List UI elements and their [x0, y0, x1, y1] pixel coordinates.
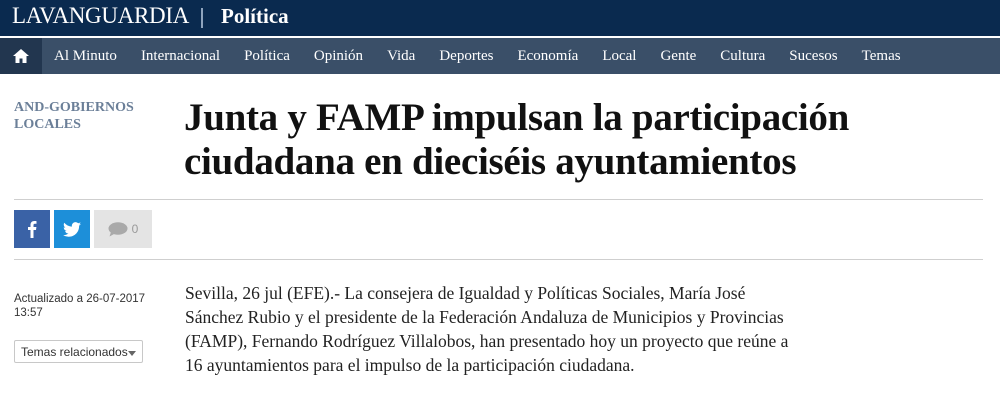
comments-button[interactable]: 0 [94, 210, 152, 248]
nav-item-opinión[interactable]: Opinión [314, 48, 363, 65]
comments-count: 0 [131, 222, 139, 236]
home-button[interactable] [0, 38, 42, 74]
related-topics-select[interactable]: Temas relacionados [14, 340, 143, 363]
facebook-share-button[interactable] [14, 210, 50, 248]
nav-item-deportes[interactable]: Deportes [439, 48, 493, 65]
main-nav: Al Minuto Internacional Política Opinión Vid… [0, 38, 1000, 74]
site-logo[interactable]: LAVANGUARDIA [12, 4, 189, 28]
nav-item-internacional[interactable]: Internacional [141, 48, 220, 65]
facebook-icon [28, 221, 37, 238]
twitter-share-button[interactable] [54, 210, 90, 248]
logo-divider [201, 8, 203, 28]
divider-top [14, 199, 983, 200]
article-tag[interactable]: AND-GOBIERNOS LOCALES [14, 99, 164, 133]
nav-item-temas[interactable]: Temas [862, 48, 901, 65]
nav-item-cultura[interactable]: Cultura [720, 48, 765, 65]
nav-item-local[interactable]: Local [602, 48, 636, 65]
nav-item-al-minuto[interactable]: Al Minuto [54, 48, 117, 65]
twitter-icon [63, 221, 81, 237]
section-title[interactable]: Política [221, 4, 289, 28]
nav-item-vida[interactable]: Vida [387, 48, 415, 65]
related-topics-label: Temas relacionados [21, 344, 128, 359]
divider-bottom [14, 259, 983, 260]
nav-item-economía[interactable]: Economía [517, 48, 578, 65]
chevron-down-icon [128, 351, 136, 356]
updated-timestamp: Actualizado a 26-07-2017 13:57 [14, 293, 146, 319]
article-body: Sevilla, 26 jul (EFE).- La consejera de … [185, 283, 789, 375]
nav-item-gente[interactable]: Gente [660, 48, 696, 65]
home-icon [13, 49, 29, 63]
article-headline: Junta y FAMP impulsan la participación c… [184, 96, 850, 183]
comment-icon [108, 221, 128, 236]
nav-items: Al Minuto Internacional Política Opinión Vid… [54, 48, 925, 65]
nav-item-política[interactable]: Política [244, 48, 290, 65]
nav-item-sucesos[interactable]: Sucesos [789, 48, 837, 65]
top-header: LAVANGUARDIA Política [0, 0, 1000, 36]
